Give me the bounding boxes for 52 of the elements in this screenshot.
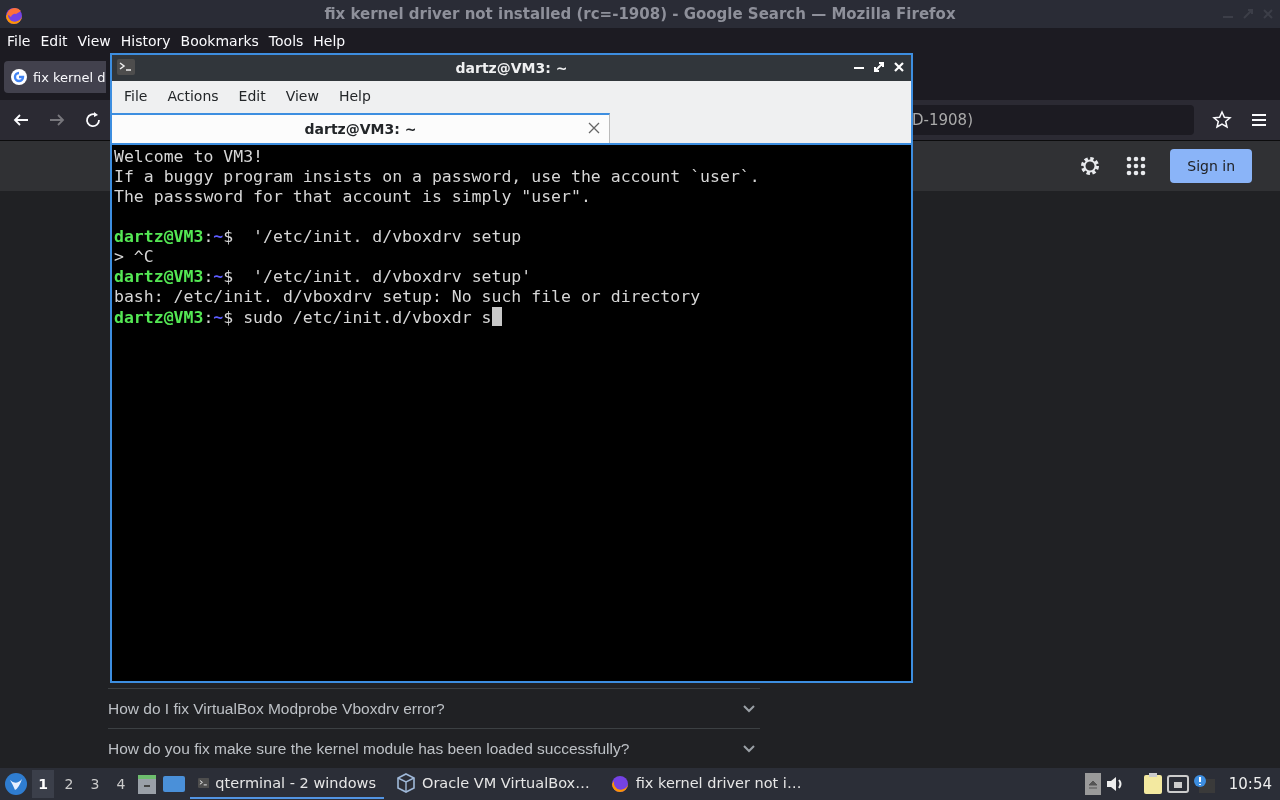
reload-icon[interactable] — [84, 111, 102, 129]
star-icon[interactable] — [1212, 110, 1232, 130]
menu-item[interactable]: Edit — [228, 88, 276, 104]
workspace-button[interactable]: 3 — [84, 770, 106, 798]
cube-icon — [396, 773, 416, 793]
sign-in-button[interactable]: Sign in — [1170, 149, 1252, 183]
firefox-icon — [4, 5, 24, 25]
menu-item[interactable]: File — [2, 33, 36, 49]
start-menu-icon[interactable] — [4, 772, 28, 796]
window-title: dartz@VM3: ~ — [454, 60, 569, 76]
address-field[interactable]: D-1908) — [910, 105, 1194, 135]
terminal-icon — [117, 59, 135, 75]
menu-item[interactable]: Edit — [35, 33, 73, 49]
menu-item[interactable]: Tools — [263, 33, 309, 49]
apps-icon[interactable] — [1126, 156, 1147, 176]
notification-icon[interactable] — [1192, 774, 1215, 794]
menu-item[interactable]: Bookmarks — [175, 33, 264, 49]
network-icon[interactable] — [1166, 774, 1189, 794]
menu-item[interactable]: Help — [328, 88, 381, 104]
faq-item[interactable]: How do I fix VirtualBox Modprobe Vboxdrv error? — [108, 689, 760, 729]
terminal-line: dartz@VM3:~$ '/etc/init. d/vboxdrv setup — [114, 227, 522, 247]
taskbar-button[interactable]: qterminal - 2 windows — [190, 769, 384, 799]
close-icon[interactable] — [587, 121, 601, 135]
terminal-tab[interactable]: dartz@VM3: ~ — [112, 113, 610, 143]
terminal-icon — [198, 775, 210, 791]
terminal-line: Welcome to VM3! — [114, 147, 263, 167]
menu-item[interactable]: Actions — [157, 88, 229, 104]
file-cabinet-icon[interactable] — [136, 773, 158, 795]
terminal-line: If a buggy program insists on a password, use the account `user`. — [114, 167, 760, 187]
menu-item[interactable]: File — [114, 88, 158, 104]
terminal-line: The passsword for that account is simply "user". — [114, 187, 591, 207]
terminal-line: > ^C — [114, 247, 154, 267]
terminal-line: dartz@VM3:~$ sudo /etc/init.d/vboxdr s — [114, 307, 502, 327]
taskbar-button[interactable]: fix kernel driver not i… — [601, 769, 810, 799]
firefox-icon — [609, 773, 630, 793]
taskbar-button[interactable]: Oracle VM VirtualBox… — [388, 769, 598, 799]
menu-item[interactable]: View — [275, 88, 329, 104]
window-title: fix kernel driver not installed (rc=-1908) - Google Search — Mozilla Firefox — [323, 5, 957, 23]
workspace-button[interactable]: 4 — [110, 770, 132, 798]
terminal-line: bash: /etc/init. d/vboxdrv setup: No such file or directory — [114, 287, 701, 307]
browser-tab[interactable]: fix kernel d — [4, 61, 106, 93]
terminal-line: dartz@VM3:~$ '/etc/init. d/vboxdrv setup' — [114, 267, 532, 287]
workspace-button[interactable]: 1 — [32, 770, 54, 798]
clock: 10:54 — [1227, 775, 1273, 793]
menu-item[interactable]: History — [115, 33, 176, 49]
google-icon — [10, 68, 28, 86]
menu-item[interactable]: Help — [308, 33, 351, 49]
menu-icon[interactable] — [1250, 111, 1268, 129]
desktop-icon[interactable] — [162, 774, 186, 794]
menu-item[interactable]: View — [72, 33, 116, 49]
notes-icon[interactable] — [1142, 773, 1163, 795]
workspace-button[interactable]: 2 — [58, 770, 80, 798]
